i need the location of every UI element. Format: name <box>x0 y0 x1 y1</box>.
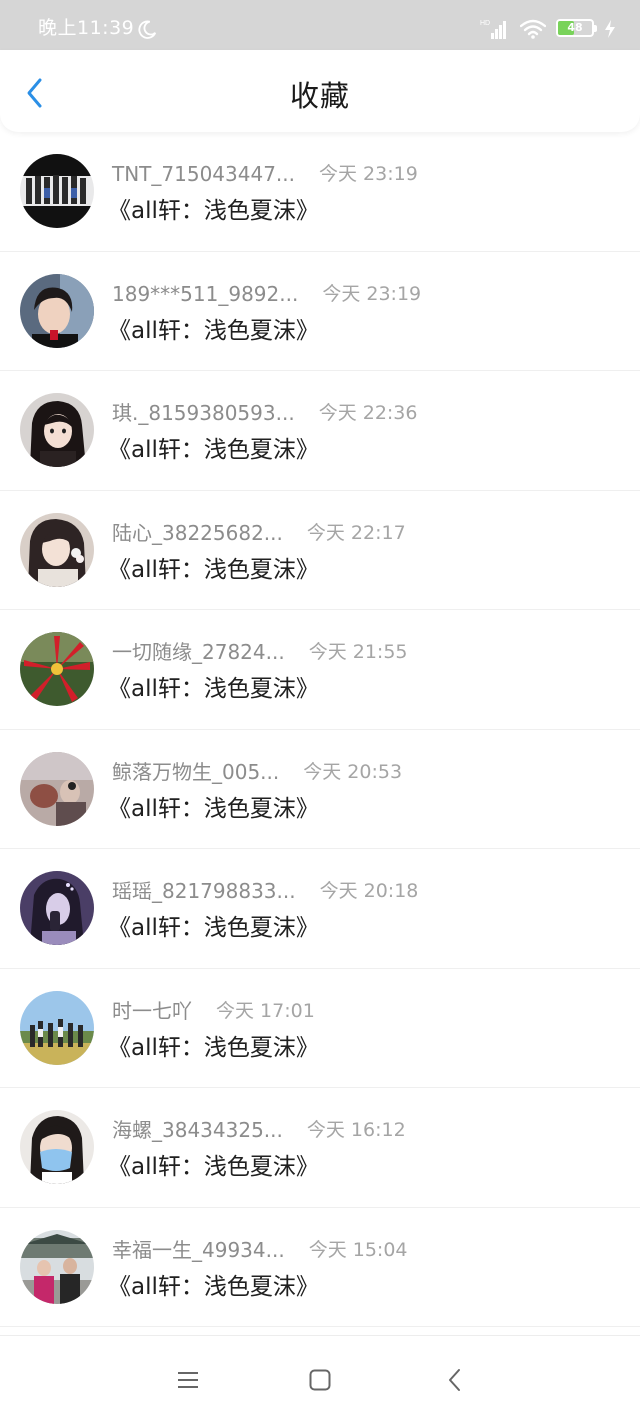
list-item[interactable]: 时一七吖 今天 17:01 《all轩：浅色夏沫》 <box>0 969 640 1088</box>
back-triangle-icon <box>447 1368 463 1392</box>
username: 琪._8159380593... <box>112 401 295 425</box>
menu-icon <box>176 1370 200 1390</box>
timestamp: 今天 23:19 <box>322 282 422 305</box>
system-nav-bar <box>0 1335 640 1422</box>
username: 幸福一生_49934... <box>112 1237 285 1262</box>
menu-button[interactable] <box>170 1364 206 1396</box>
timestamp: 今天 22:17 <box>306 521 406 544</box>
item-meta: 琪._8159380593... 今天 22:36 <box>112 399 417 427</box>
list-item[interactable]: 鲸落万物生_005... 今天 20:53 《all轩：浅色夏沫》 <box>0 730 640 849</box>
item-meta: 幸福一生_49934... 今天 15:04 <box>112 1236 408 1264</box>
bolt-icon <box>604 20 616 38</box>
book-title: 《all轩：浅色夏沫》 <box>108 317 319 344</box>
home-button[interactable] <box>302 1364 338 1396</box>
favorites-list: TNT_715043447... 今天 23:19 《all轩：浅色夏沫》 18… <box>0 132 640 1327</box>
couple-photo-avatar[interactable] <box>20 1229 94 1304</box>
username: 时一七吖 <box>112 998 192 1023</box>
photo-avatar[interactable] <box>20 751 94 826</box>
item-meta: 鲸落万物生_005... 今天 20:53 <box>112 758 402 786</box>
list-item[interactable]: 海螺_38434325... 今天 16:12 《all轩：浅色夏沫》 <box>0 1088 640 1208</box>
home-icon <box>308 1368 332 1392</box>
red-flower-avatar[interactable] <box>20 632 94 706</box>
purple-portrait-avatar[interactable] <box>20 871 94 945</box>
svg-text:HD: HD <box>480 20 490 27</box>
timestamp: 今天 20:53 <box>303 760 403 783</box>
username: 鲸落万物生_005... <box>112 759 280 784</box>
timestamp: 今天 21:55 <box>308 641 408 663</box>
username: 海螺_38434325... <box>112 1118 283 1142</box>
username: 陆心_38225682... <box>112 520 283 545</box>
book-title: 《all轩：浅色夏沫》 <box>108 795 319 822</box>
list-item[interactable]: 琪._8159380593... 今天 22:36 《all轩：浅色夏沫》 <box>0 371 640 491</box>
list-item[interactable]: 一切随缘_27824... 今天 21:55 《all轩：浅色夏沫》 <box>0 610 640 730</box>
group-photo-avatar[interactable] <box>20 154 94 228</box>
username: 189***511_9892... <box>112 281 299 306</box>
timestamp: 今天 20:18 <box>319 880 419 902</box>
username: TNT_715043447... <box>112 162 295 186</box>
divider <box>0 1326 640 1327</box>
wifi-icon <box>519 19 547 39</box>
username: 瑶瑶_821798833... <box>112 879 296 903</box>
item-meta: 时一七吖 今天 17:01 <box>112 997 315 1025</box>
book-title: 《all轩：浅色夏沫》 <box>108 437 319 463</box>
book-title: 《all轩：浅色夏沫》 <box>108 1034 319 1061</box>
illustration-avatar[interactable] <box>20 512 94 587</box>
header-bar: 收藏 <box>0 50 640 132</box>
status-time: 晚上11:39 <box>38 17 135 39</box>
nav-back-button[interactable] <box>437 1364 473 1396</box>
list-item[interactable]: TNT_715043447... 今天 23:19 《all轩：浅色夏沫》 <box>0 132 640 252</box>
item-meta: 189***511_9892... 今天 23:19 <box>112 280 421 308</box>
book-title: 《all轩：浅色夏沫》 <box>108 676 319 702</box>
status-bar: 晚上11:39 HD 48 <box>0 0 640 50</box>
book-title: 《all轩：浅色夏沫》 <box>108 1273 319 1300</box>
book-title: 《all轩：浅色夏沫》 <box>108 915 319 941</box>
portrait-avatar[interactable] <box>20 393 94 467</box>
signal-icon: HD <box>480 18 508 40</box>
book-title: 《all轩：浅色夏沫》 <box>108 1154 319 1180</box>
timestamp: 今天 23:19 <box>319 163 418 185</box>
book-title: 《all轩：浅色夏沫》 <box>108 198 319 224</box>
list-item[interactable]: 幸福一生_49934... 今天 15:04 《all轩：浅色夏沫》 <box>0 1208 640 1327</box>
list-item[interactable]: 陆心_38225682... 今天 22:17 《all轩：浅色夏沫》 <box>0 491 640 610</box>
moon-icon <box>136 19 158 41</box>
item-meta: 海螺_38434325... 今天 16:12 <box>112 1116 406 1144</box>
item-meta: 陆心_38225682... 今天 22:17 <box>112 519 406 547</box>
timestamp: 今天 16:12 <box>306 1119 406 1141</box>
portrait-avatar[interactable] <box>20 273 94 348</box>
list-item[interactable]: 瑶瑶_821798833... 今天 20:18 《all轩：浅色夏沫》 <box>0 849 640 969</box>
timestamp: 今天 15:04 <box>308 1238 408 1261</box>
book-title: 《all轩：浅色夏沫》 <box>108 556 319 583</box>
battery-icon: 48 <box>556 19 600 39</box>
list-item[interactable]: 189***511_9892... 今天 23:19 《all轩：浅色夏沫》 <box>0 252 640 371</box>
item-meta: TNT_715043447... 今天 23:19 <box>112 160 418 188</box>
page-title: 收藏 <box>289 79 350 113</box>
masked-portrait-avatar[interactable] <box>20 1110 94 1184</box>
group-outdoor-avatar[interactable] <box>20 990 94 1065</box>
timestamp: 今天 17:01 <box>216 999 315 1022</box>
status-icons: HD 48 <box>480 14 616 44</box>
battery-level: 48 <box>567 21 583 34</box>
username: 一切随缘_27824... <box>112 640 285 664</box>
timestamp: 今天 22:36 <box>318 402 418 424</box>
item-meta: 瑶瑶_821798833... 今天 20:18 <box>112 877 418 905</box>
item-meta: 一切随缘_27824... 今天 21:55 <box>112 638 408 666</box>
